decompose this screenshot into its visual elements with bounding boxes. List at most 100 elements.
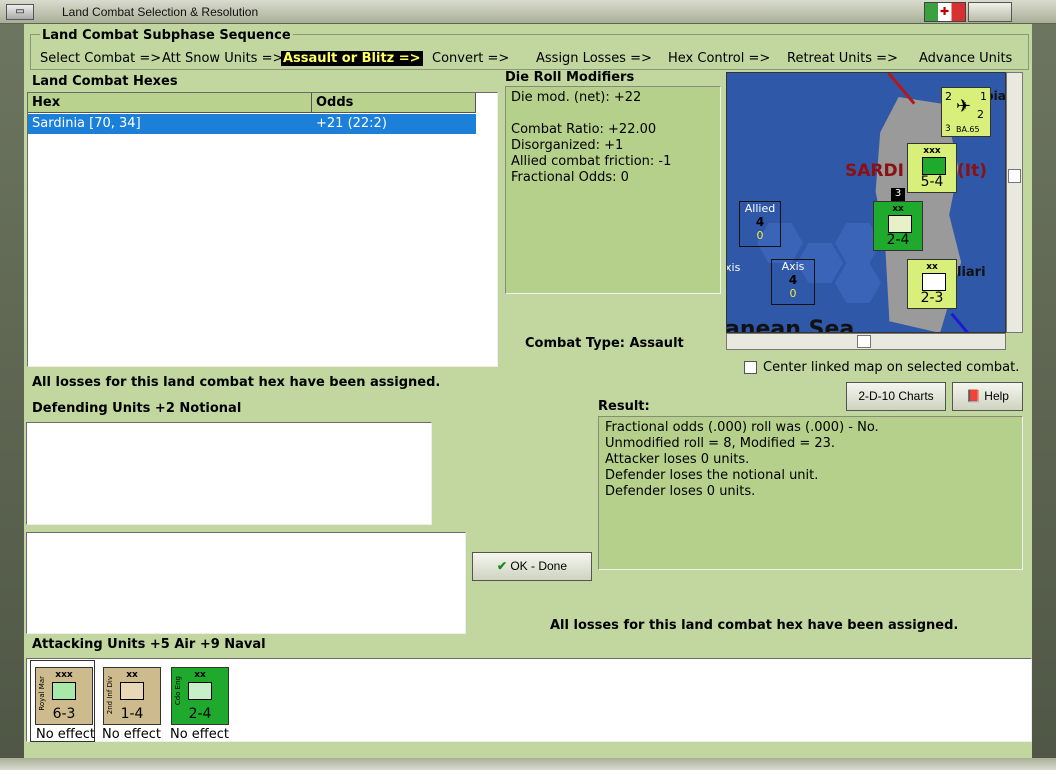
friction-line: Allied combat friction: -1	[511, 154, 672, 169]
infantry-symbol-icon	[922, 273, 946, 291]
seq-hex-control: Hex Control =>	[668, 51, 771, 66]
attacking-title: Attacking Units +5 Air +9 Naval	[32, 637, 266, 652]
fractional-odds-line: Fractional Odds: 0	[511, 170, 629, 185]
window-title: Land Combat Selection & Resolution	[62, 5, 259, 19]
air-num: 1	[980, 90, 987, 103]
result-title: Result:	[598, 399, 650, 414]
unit-strength: 1-4	[120, 706, 144, 722]
result-line: Attacker loses 0 units.	[605, 452, 750, 467]
unit-strength: 5-4	[920, 174, 944, 190]
defending-list[interactable]	[26, 422, 432, 525]
attacker-unit-counter[interactable]: xxx Royal Mar 6-3	[35, 667, 93, 725]
axis-count: 4	[788, 273, 798, 287]
axis-label: Axis	[781, 260, 805, 273]
infantry-symbol-icon	[120, 682, 144, 700]
aircraft-type: BA.65	[956, 125, 980, 134]
stack-count: 3	[891, 188, 905, 201]
infantry-symbol-icon	[922, 157, 946, 175]
unit-size: xx	[892, 204, 904, 214]
marine-symbol-icon	[52, 682, 76, 700]
map-horizontal-scrollbar[interactable]	[726, 333, 1006, 350]
seq-retreat-units: Retreat Units =>	[787, 51, 898, 66]
disorganized-line: Disorganized: +1	[511, 138, 624, 153]
result-line: Defender loses the notional unit.	[605, 468, 819, 483]
combat-type: Combat Type: Assault	[525, 336, 684, 351]
help-label: Help	[984, 389, 1009, 403]
italy-label: (It)	[957, 161, 987, 181]
attacker-unit-counter[interactable]: xx 2nd Inf Div 1-4	[103, 667, 161, 725]
defending-title: Defending Units +2 Notional	[32, 401, 242, 416]
ok-label: OK - Done	[510, 559, 568, 573]
result-panel: Fractional odds (.000) roll was (.000) -…	[598, 416, 1023, 570]
die-roll-title: Die Roll Modifiers	[505, 70, 635, 85]
sequence-title: Land Combat Subphase Sequence	[40, 28, 293, 43]
unit-name: Cdo Eng	[174, 676, 182, 706]
combat-type-value: Assault	[629, 336, 684, 351]
allied-count: 4	[755, 215, 765, 229]
die-mod-line: Die mod. (net): +22	[511, 90, 642, 105]
air-num: 2	[945, 90, 952, 103]
combat-type-label: Combat Type:	[525, 336, 625, 351]
engineer-symbol-icon	[888, 215, 912, 233]
status-bottom: All losses for this land combat hex have…	[550, 618, 959, 633]
unit-strength: 2-4	[188, 706, 212, 722]
table-row-odds[interactable]: +21 (22:2)	[312, 114, 476, 134]
attacker-effect: No effect	[102, 727, 162, 742]
unit-size: xx	[926, 262, 938, 272]
unit-strength: 6-3	[52, 706, 76, 722]
die-roll-panel: Die mod. (net): +22 Combat Ratio: +22.00…	[505, 86, 721, 294]
hexes-title: Land Combat Hexes	[32, 74, 178, 89]
map-unit-counter[interactable]: xxx 5-4	[907, 143, 957, 193]
checkmark-icon: ✔	[496, 559, 507, 573]
hex-cell	[835, 263, 881, 303]
air-num: 3	[945, 124, 951, 134]
seq-advance-units: Advance Units	[919, 51, 1013, 66]
title-bar[interactable]: ▭ Land Combat Selection & Resolution ✚	[0, 0, 1056, 24]
result-line: Unmodified roll = 8, Modified = 23.	[605, 436, 836, 451]
axis-box: Axis 4 0	[771, 259, 815, 305]
result-line: Fractional odds (.000) roll was (.000) -…	[605, 420, 879, 435]
center-map-checkbox[interactable]	[744, 361, 757, 374]
sea-label: anean Sea	[726, 317, 855, 333]
allied-box: Allied 4 0	[739, 201, 781, 247]
attacker-unit-counter[interactable]: xx Cdo Eng 2-4	[171, 667, 229, 725]
ok-done-button[interactable]: ✔ OK - Done	[472, 552, 592, 581]
allied-label: Allied	[744, 202, 776, 215]
seq-att-snow-units: Att Snow Units =>	[162, 51, 284, 66]
hexes-table[interactable]: Hex Odds Sardinia [70, 34] +21 (22:2)	[27, 92, 498, 367]
table-row-hex[interactable]: Sardinia [70, 34]	[28, 114, 312, 134]
close-button[interactable]	[968, 2, 1012, 22]
vscroll-thumb[interactable]	[1008, 169, 1021, 183]
col-odds-header[interactable]: Odds	[312, 93, 476, 113]
notional-list[interactable]	[26, 532, 466, 634]
aircraft-icon: ✈	[956, 96, 972, 117]
map-unit-counter-selected[interactable]: xx 2-4	[873, 201, 923, 251]
attacker-effect: No effect	[36, 727, 96, 742]
air-num: 2	[977, 108, 984, 121]
help-button[interactable]: 📕 Help	[952, 382, 1023, 411]
axis-left-label: xis	[726, 261, 741, 274]
seq-select-combat: Select Combat =>	[40, 51, 162, 66]
map-unit-counter[interactable]: xx 2-3	[907, 259, 957, 309]
status-top: All losses for this land combat hex have…	[32, 375, 441, 390]
map-vertical-scrollbar[interactable]	[1006, 72, 1023, 333]
col-hex-header[interactable]: Hex	[28, 93, 312, 113]
map-air-counter[interactable]: 2 1 2 3 ✈ BA.65	[941, 87, 991, 137]
hscroll-thumb[interactable]	[857, 335, 871, 348]
result-line: Defender loses 0 units.	[605, 484, 756, 499]
sardinia-label: SARDI	[845, 161, 904, 181]
charts-button[interactable]: 2-D-10 Charts	[846, 382, 946, 411]
seq-convert: Convert =>	[432, 51, 510, 66]
linked-map[interactable]: SARDI (It) anean Sea liari bia Allied 4 …	[726, 72, 1006, 333]
seq-assault-or-blitz: Assault or Blitz =>	[281, 51, 423, 66]
cagliari-label: liari	[957, 265, 986, 280]
status-bar	[0, 758, 1056, 770]
combat-ratio-line: Combat Ratio: +22.00	[511, 122, 657, 137]
book-icon: 📕	[966, 389, 981, 403]
unit-size: xxx	[923, 146, 941, 156]
center-map-label: Center linked map on selected combat.	[763, 360, 1020, 375]
unit-strength: 2-3	[920, 290, 944, 306]
system-menu-button[interactable]: ▭	[6, 4, 34, 20]
italy-flag-icon: ✚	[924, 2, 966, 22]
axis-sub: 0	[789, 287, 797, 300]
